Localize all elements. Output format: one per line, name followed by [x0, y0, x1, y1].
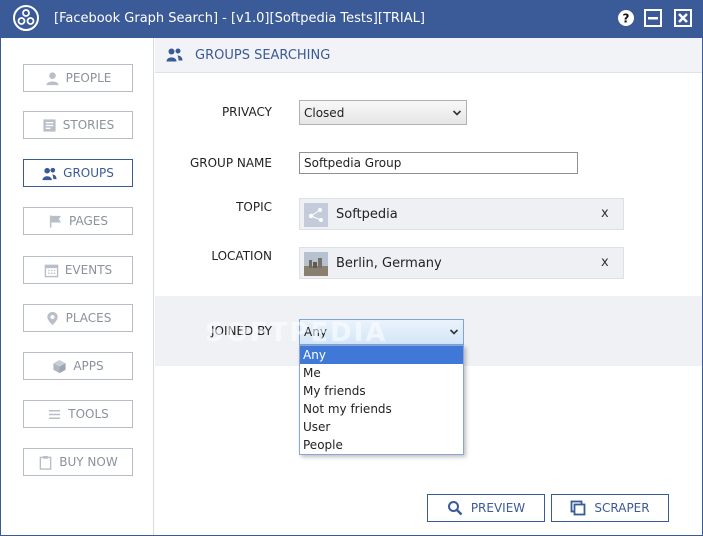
- sidebar-item-stories[interactable]: STORIES: [23, 111, 133, 139]
- topic-remove-button[interactable]: x: [601, 206, 609, 221]
- search-icon: [447, 501, 463, 516]
- sidebar-item-label: GROUPS: [63, 166, 114, 180]
- dropdown-option-not-my-friends[interactable]: Not my friends: [300, 400, 463, 418]
- joined-by-value: Any: [304, 325, 327, 339]
- window-title: [Facebook Graph Search] - [v1.0][Softped…: [54, 11, 425, 26]
- privacy-select[interactable]: Closed: [299, 100, 467, 125]
- section-header: GROUPS SEARCHING: [155, 38, 702, 73]
- sidebar-item-label: STORIES: [62, 118, 115, 132]
- sidebar-item-label: PLACES: [65, 311, 112, 325]
- dropdown-option-me[interactable]: Me: [300, 364, 463, 382]
- dropdown-option-user[interactable]: User: [300, 418, 463, 436]
- sidebar-item-groups[interactable]: GROUPS: [23, 159, 133, 187]
- sidebar-item-label: APPS: [73, 359, 104, 373]
- app-logo-icon: [13, 5, 39, 31]
- location-pin-icon: [46, 311, 58, 325]
- location-thumbnail-icon: [304, 252, 328, 276]
- list-icon: [49, 409, 61, 419]
- dropdown-option-any[interactable]: Any: [300, 346, 463, 364]
- sidebar-item-events[interactable]: EVENTS: [23, 256, 133, 284]
- sidebar-item-label: PAGES: [69, 214, 108, 228]
- cube-icon: [53, 359, 66, 373]
- scraper-button-label: SCRAPER: [594, 501, 650, 515]
- privacy-label: PRIVACY: [221, 105, 272, 119]
- privacy-value: Closed: [304, 105, 345, 120]
- dropdown-option-my-friends[interactable]: My friends: [300, 382, 463, 400]
- groups-icon: [166, 48, 183, 62]
- sidebar-item-label: TOOLS: [68, 407, 109, 421]
- group-name-input[interactable]: [299, 152, 578, 174]
- title-bar: [Facebook Graph Search] - [v1.0][Softped…: [0, 0, 703, 38]
- location-remove-button[interactable]: x: [601, 255, 609, 270]
- scraper-button[interactable]: SCRAPER: [551, 494, 669, 522]
- page-title: GROUPS SEARCHING: [195, 48, 331, 63]
- preview-button-label: PREVIEW: [470, 501, 526, 515]
- close-icon[interactable]: [674, 9, 692, 27]
- svg-text:?: ?: [623, 12, 630, 26]
- location-tag: Berlin, Germany x: [299, 247, 624, 279]
- joined-by-dropdown-list: Any Me My friends Not my friends User Pe…: [299, 345, 464, 455]
- preview-button[interactable]: PREVIEW: [427, 494, 545, 522]
- help-icon[interactable]: ?: [617, 9, 635, 27]
- chevron-down-icon: [449, 329, 459, 335]
- topic-tag: Softpedia x: [299, 198, 624, 230]
- group-name-label: GROUP NAME: [189, 156, 272, 170]
- sidebar-item-apps[interactable]: APPS: [23, 352, 133, 380]
- location-value: Berlin, Germany: [336, 256, 442, 271]
- stories-icon: [43, 118, 56, 132]
- copy-icon: [570, 500, 586, 516]
- minimize-icon[interactable]: [644, 9, 662, 27]
- topic-thumbnail-icon: [304, 203, 328, 227]
- sidebar-item-label: BUY NOW: [59, 455, 118, 469]
- sidebar-item-tools[interactable]: TOOLS: [23, 400, 133, 428]
- joined-by-select[interactable]: Any: [299, 319, 464, 345]
- sidebar-item-places[interactable]: PLACES: [23, 304, 133, 332]
- sidebar-item-people[interactable]: PEOPLE: [23, 64, 133, 92]
- clipboard-icon: [39, 455, 52, 470]
- flag-icon: [49, 214, 62, 228]
- sidebar-item-label: EVENTS: [64, 263, 113, 277]
- groups-icon: [42, 167, 57, 180]
- person-icon: [46, 71, 59, 85]
- calendar-icon: [44, 264, 59, 277]
- sidebar: PEOPLE STORIES GROUPS PAGES EVENTS PLACE…: [1, 38, 154, 535]
- chevron-down-icon: [452, 110, 462, 116]
- location-label: LOCATION: [211, 249, 272, 263]
- dropdown-option-people[interactable]: People: [300, 436, 463, 454]
- sidebar-item-label: PEOPLE: [65, 71, 112, 85]
- topic-label: TOPIC: [236, 200, 272, 214]
- topic-value: Softpedia: [336, 207, 398, 222]
- joined-by-label: JOINED BY: [210, 324, 272, 338]
- sidebar-item-pages[interactable]: PAGES: [23, 207, 133, 235]
- sidebar-item-buy-now[interactable]: BUY NOW: [23, 448, 133, 476]
